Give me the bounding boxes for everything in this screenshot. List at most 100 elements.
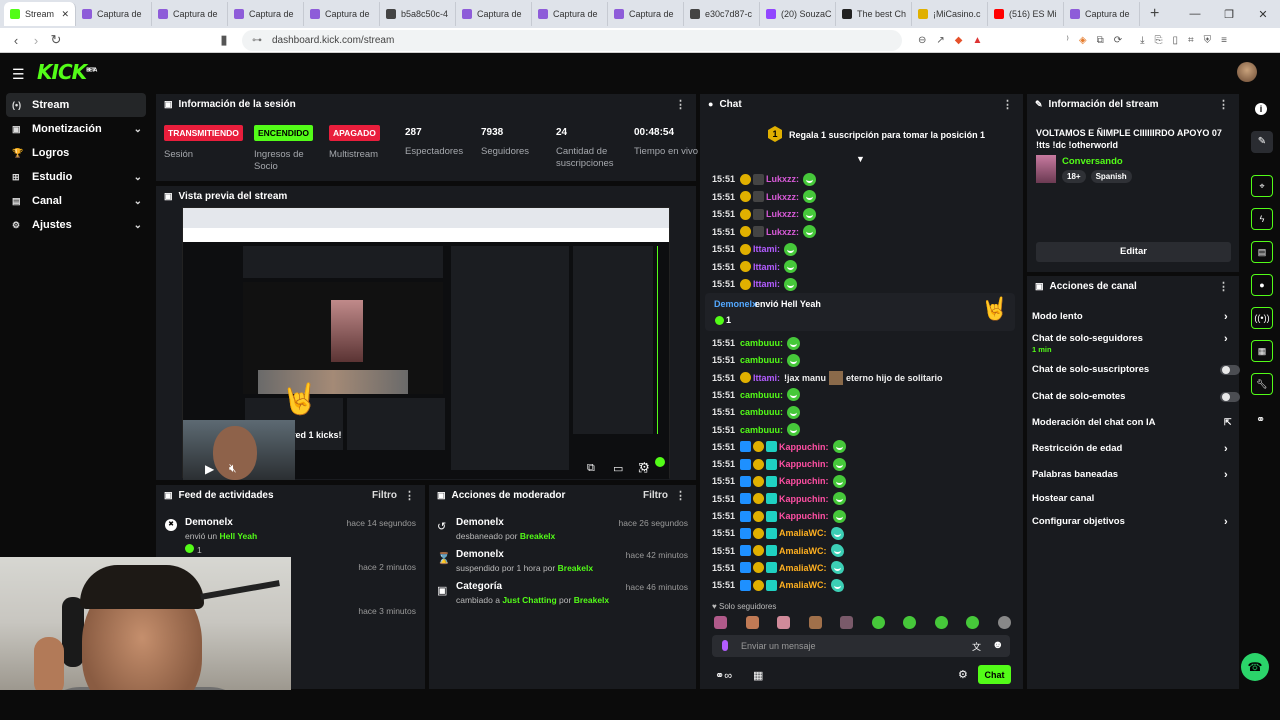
- channel-action-item[interactable]: Hostear canal: [1032, 493, 1237, 507]
- pinned-sub-goal[interactable]: 1 Regala 1 suscripción para tomar la pos…: [700, 115, 1023, 164]
- bookmark-icon[interactable]: ▮: [214, 32, 234, 48]
- category-name[interactable]: Conversando: [1062, 156, 1123, 167]
- edit-button[interactable]: Editar: [1036, 242, 1231, 262]
- sync-icon[interactable]: ⟳: [1114, 35, 1122, 46]
- chat-username[interactable]: cambuuu:: [740, 425, 783, 435]
- sidebar-item-4[interactable]: ▤ Canal ⌄: [0, 189, 152, 213]
- chevron-down-icon[interactable]: ⌄: [134, 220, 142, 231]
- chat-username[interactable]: Ittami:: [753, 262, 780, 272]
- chat-username[interactable]: Kappuchin:: [779, 459, 829, 469]
- support-button[interactable]: ☎: [1241, 653, 1269, 681]
- bolt-icon[interactable]: ϟ: [1251, 208, 1273, 230]
- chat-username[interactable]: AmaliaWC:: [779, 528, 827, 538]
- wrench-icon[interactable]: 🔧︎: [1251, 373, 1273, 395]
- maximize-icon[interactable]: ❐: [1212, 8, 1246, 21]
- toggle-switch[interactable]: [1220, 392, 1240, 402]
- reload-icon[interactable]: ↻: [46, 32, 66, 48]
- mic-icon[interactable]: [722, 640, 728, 651]
- mod-more-icon[interactable]: ⋮: [675, 489, 686, 502]
- chat-username[interactable]: Lukxzz:: [766, 209, 799, 219]
- sidebar-item-1[interactable]: ▣ Monetización ⌄: [0, 117, 152, 141]
- channel-action-item[interactable]: Palabras baneadas ›: [1032, 469, 1237, 483]
- stream-preview-video[interactable]: ered 1 kicks! 🤘 ▶ 🔇︎ ⧉ ▭ ⛶ ⚙: [182, 207, 670, 480]
- browser-tab[interactable]: Stream ✕: [4, 2, 76, 26]
- channel-action-item[interactable]: Chat de solo-suscriptores: [1032, 364, 1240, 378]
- chevron-right-icon[interactable]: ›: [1224, 469, 1228, 481]
- browser-tab[interactable]: Captura de: [456, 2, 532, 26]
- share-rail-icon[interactable]: ⚭: [1256, 413, 1265, 426]
- quick-emote-icon[interactable]: [871, 616, 885, 629]
- sidebar-item-0[interactable]: (•) Stream: [6, 93, 146, 117]
- stream-tag[interactable]: 18+: [1062, 170, 1086, 183]
- translate-chat-icon[interactable]: 文: [972, 640, 981, 653]
- scan-icon[interactable]: ⌖: [1251, 175, 1273, 197]
- stream-info-more-icon[interactable]: ⋮: [1218, 98, 1229, 111]
- browser-tab[interactable]: Captura de: [228, 2, 304, 26]
- quick-emote-icon[interactable]: [714, 616, 727, 629]
- chevron-down-icon[interactable]: ⌄: [134, 172, 142, 183]
- vpn-icon[interactable]: ⛨: [1204, 35, 1212, 46]
- chat-username[interactable]: AmaliaWC:: [779, 546, 827, 556]
- sidebar-icon[interactable]: ▯: [1173, 35, 1179, 46]
- channel-action-item[interactable]: Modo lento ›: [1032, 311, 1237, 325]
- chat-username[interactable]: cambuuu:: [740, 390, 783, 400]
- chat-username[interactable]: Ittami:: [753, 279, 780, 289]
- close-window-icon[interactable]: ✕: [1246, 8, 1280, 21]
- new-tab-button[interactable]: +: [1140, 5, 1169, 23]
- external-link-icon[interactable]: ⇱: [1224, 417, 1232, 428]
- forward-icon[interactable]: ›: [26, 33, 46, 48]
- pip-icon[interactable]: ⧉: [587, 462, 595, 475]
- chevron-down-icon[interactable]: ⌄: [134, 196, 142, 207]
- browser-tab[interactable]: Captura de: [1064, 2, 1140, 26]
- brave-shield-icon[interactable]: ◆: [955, 35, 963, 46]
- chevron-right-icon[interactable]: ›: [1224, 311, 1228, 323]
- quick-emote-icon[interactable]: [934, 616, 948, 629]
- channel-more-icon[interactable]: ⋮: [1218, 280, 1229, 293]
- chat-username[interactable]: Kappuchin:: [779, 442, 829, 452]
- sidebar-item-2[interactable]: 🏆 Logros: [0, 141, 152, 165]
- chat-username[interactable]: cambuuu:: [740, 338, 783, 348]
- mute-icon[interactable]: 🔇︎: [229, 461, 237, 476]
- quick-emote-icon[interactable]: [903, 616, 916, 629]
- chat-username[interactable]: AmaliaWC:: [779, 563, 827, 573]
- more-options-icon[interactable]: ⋮: [675, 98, 686, 111]
- quick-emote-icon[interactable]: [808, 616, 822, 629]
- chat-username[interactable]: Kappuchin:: [779, 511, 829, 521]
- chat-settings-icon[interactable]: ⚙: [958, 668, 968, 681]
- channel-action-item[interactable]: Chat de solo-seguidores 1 min ›: [1032, 333, 1237, 354]
- chat-username[interactable]: Lukxzz:: [766, 227, 799, 237]
- wallet-icon[interactable]: ◈: [1079, 35, 1087, 46]
- stream-tag[interactable]: Spanish: [1090, 170, 1132, 183]
- share-icon[interactable]: ↗: [936, 35, 944, 46]
- browser-tab[interactable]: e30c7d87-c: [684, 2, 760, 26]
- browser-tab[interactable]: ¡MiCasino.c: [912, 2, 988, 26]
- browser-tab[interactable]: b5a8c50c-4: [380, 2, 456, 26]
- channel-action-item[interactable]: Moderación del chat con IA ⇱: [1032, 417, 1237, 431]
- feed-filter-button[interactable]: Filtro: [372, 490, 397, 501]
- minimize-icon[interactable]: —: [1178, 8, 1212, 20]
- send-chat-button[interactable]: Chat: [978, 665, 1011, 684]
- channel-action-item[interactable]: Restricción de edad ›: [1032, 443, 1237, 457]
- kick-logo[interactable]: KICKBETA: [37, 60, 97, 84]
- history-icon[interactable]: ⎘: [1155, 35, 1163, 46]
- layout-icon[interactable]: ▦: [1251, 340, 1273, 362]
- chat-username[interactable]: Lukxzz:: [766, 192, 799, 202]
- chat-users-icon[interactable]: ⚭∞: [715, 669, 732, 682]
- close-tab-icon[interactable]: ✕: [61, 9, 69, 20]
- emoji-icon[interactable]: ☻: [992, 639, 1004, 651]
- back-icon[interactable]: ‹: [6, 33, 26, 48]
- menu-icon[interactable]: ≡: [1221, 35, 1227, 46]
- chat-username[interactable]: Kappuchin:: [779, 494, 829, 504]
- clipboard-icon[interactable]: ▤: [1251, 241, 1273, 263]
- feed-more-icon[interactable]: ⋮: [404, 489, 415, 502]
- collapse-icon[interactable]: ▼: [856, 154, 865, 164]
- channel-action-item[interactable]: Chat de solo-emotes: [1032, 391, 1240, 405]
- quick-emote-icon[interactable]: [777, 616, 790, 629]
- quick-emote-icon[interactable]: [966, 616, 979, 629]
- chevron-right-icon[interactable]: ›: [1224, 443, 1228, 455]
- rewards-icon[interactable]: ▲: [972, 35, 982, 46]
- browser-tab[interactable]: The best Ch: [836, 2, 912, 26]
- browser-tab[interactable]: Captura de: [152, 2, 228, 26]
- chevron-down-icon[interactable]: ⌄: [134, 124, 142, 135]
- browser-tab[interactable]: Captura de: [76, 2, 152, 26]
